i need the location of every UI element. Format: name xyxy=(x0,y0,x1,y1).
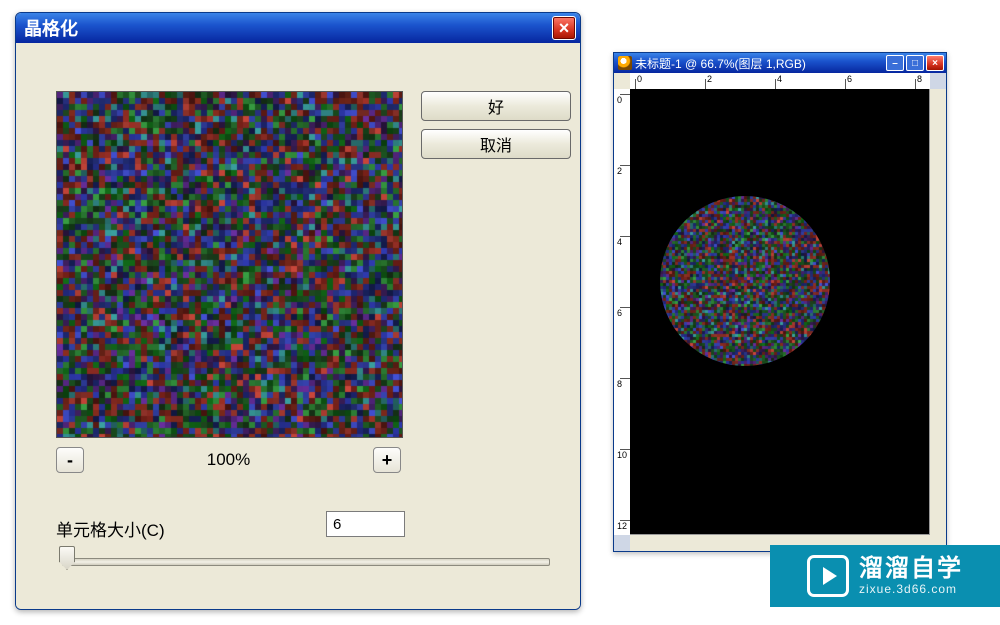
doc-title: 未标题-1 @ 66.7%(图层 1,RGB) xyxy=(635,55,884,72)
dialog-title: 晶格化 xyxy=(24,15,552,41)
dialog-buttons: 好 取消 xyxy=(421,91,571,159)
ruler-corner xyxy=(614,73,631,90)
slider-track xyxy=(62,558,550,566)
document-window: 未标题-1 @ 66.7%(图层 1,RGB) – □ × 02468 0246… xyxy=(613,52,947,552)
minimize-icon[interactable]: – xyxy=(886,55,904,71)
doc-titlebar[interactable]: 未标题-1 @ 66.7%(图层 1,RGB) – □ × xyxy=(614,53,946,73)
watermark-sub: zixue.3d66.com xyxy=(859,583,957,596)
ruler-top: 02468 xyxy=(630,73,930,90)
noise-circle xyxy=(660,196,830,366)
zoom-level: 100% xyxy=(207,450,250,470)
cancel-button[interactable]: 取消 xyxy=(421,129,571,159)
vertical-scrollbar[interactable] xyxy=(929,89,946,535)
crystallize-dialog: 晶格化 × - 100% + 单元格大小(C) 好 取消 xyxy=(15,12,581,610)
cell-size-text: 单元格大小(C) xyxy=(56,516,165,541)
filter-preview xyxy=(56,91,403,438)
dialog-body: - 100% + 单元格大小(C) 好 取消 xyxy=(16,43,580,609)
ruler-left: 024681012 xyxy=(614,89,631,535)
watermark-badge: 溜溜自学 zixue.3d66.com xyxy=(770,545,1000,607)
ok-button[interactable]: 好 xyxy=(421,91,571,121)
cell-size-slider[interactable] xyxy=(56,548,556,574)
close-icon[interactable]: × xyxy=(552,16,576,40)
cell-size-input[interactable] xyxy=(326,511,405,537)
zoom-controls: - 100% + xyxy=(56,443,401,477)
watermark-main: 溜溜自学 xyxy=(859,556,963,582)
zoom-in-button[interactable]: + xyxy=(373,447,401,473)
zoom-out-button[interactable]: - xyxy=(56,447,84,473)
play-icon xyxy=(807,555,849,597)
doc-close-icon[interactable]: × xyxy=(926,55,944,71)
dialog-titlebar[interactable]: 晶格化 × xyxy=(16,13,580,43)
preview-canvas xyxy=(57,92,402,437)
app-icon xyxy=(618,56,632,70)
document-canvas xyxy=(630,89,930,535)
slider-thumb[interactable] xyxy=(59,546,75,570)
maximize-icon[interactable]: □ xyxy=(906,55,924,71)
